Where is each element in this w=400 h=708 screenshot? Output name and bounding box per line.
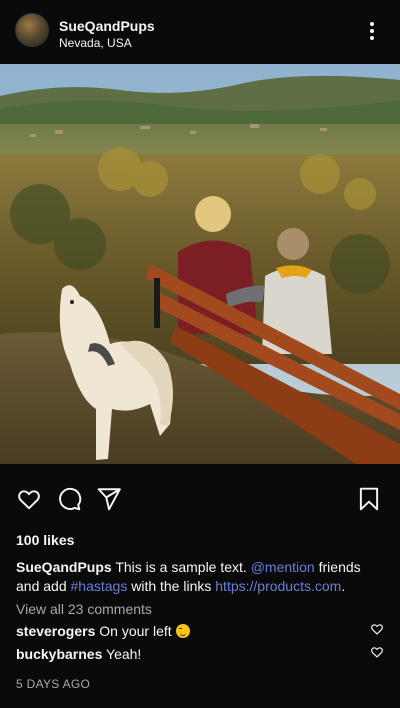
caption-text: This is a sample text. <box>111 559 251 575</box>
caption-text: with the links <box>127 578 216 594</box>
post-caption: SueQandPups This is a sample text. @ment… <box>16 558 386 596</box>
caption-text: . <box>341 578 346 594</box>
likes-count[interactable]: 100 likes <box>16 532 74 548</box>
comment-bubble-icon[interactable] <box>56 486 82 512</box>
comment: buckybarnes Yeah! <box>16 645 356 663</box>
wink-emoji <box>175 624 190 638</box>
heart-icon[interactable] <box>370 645 384 659</box>
post-header: SueQandPups Nevada, USA <box>0 0 400 64</box>
heart-icon[interactable] <box>370 622 384 636</box>
comment-text: Yeah! <box>106 646 142 662</box>
hashtag-link[interactable]: #hastags <box>71 578 128 594</box>
user-block: SueQandPups Nevada, USA <box>59 18 155 51</box>
timestamp: 5 DAYS AGO <box>16 677 91 691</box>
mention-link[interactable]: @mention <box>251 559 315 575</box>
action-bar <box>0 476 400 524</box>
bookmark-icon[interactable] <box>356 486 382 512</box>
comment-user[interactable]: buckybarnes <box>16 646 102 662</box>
more-vertical-icon[interactable] <box>362 18 382 44</box>
username[interactable]: SueQandPups <box>59 18 155 34</box>
avatar[interactable] <box>16 14 48 46</box>
caption-author[interactable]: SueQandPups <box>16 559 112 575</box>
heart-icon[interactable] <box>16 486 42 512</box>
paper-plane-icon[interactable] <box>96 486 122 512</box>
post-image[interactable] <box>0 64 400 464</box>
comment-user[interactable]: steverogers <box>16 623 95 639</box>
view-all-comments[interactable]: View all 23 comments <box>16 601 152 617</box>
url-link[interactable]: https://products.com <box>215 578 341 594</box>
comment-text: On your left <box>99 623 172 639</box>
location[interactable]: Nevada, USA <box>59 36 155 51</box>
comment: steverogers On your left <box>16 622 356 640</box>
